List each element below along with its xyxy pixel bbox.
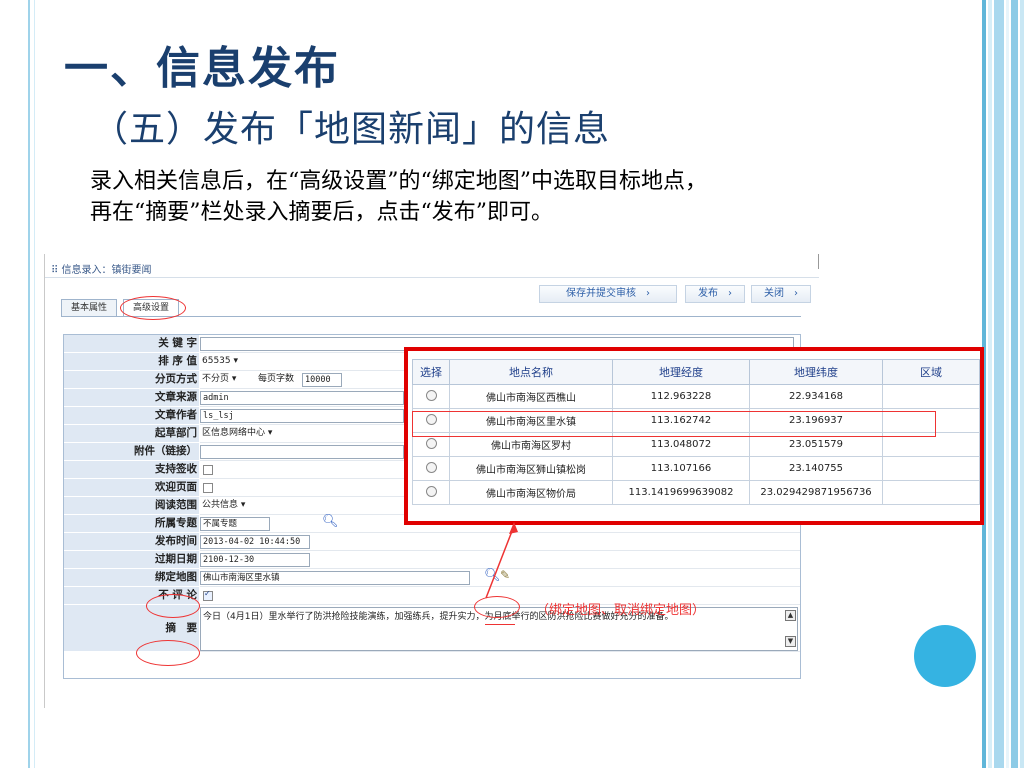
select-radio[interactable] [425, 461, 437, 473]
bind-map-search-icon[interactable]: 🔍︎ [484, 568, 501, 583]
breadcrumb: ⠿ 信息录入：镇街要闻 [51, 265, 152, 276]
source-input[interactable]: admin [200, 391, 404, 405]
col-select: 选择 [412, 359, 450, 385]
dept-select[interactable]: 区信息网络中心 ▾ [200, 427, 302, 439]
col-area: 区域 [882, 359, 980, 385]
nocomment-checkbox[interactable] [203, 589, 213, 601]
left-decor-line-thin [34, 0, 35, 768]
save-submit-button[interactable]: 保存并提交审核 › [539, 285, 677, 303]
tab-basic[interactable]: 基本属性 [61, 299, 117, 317]
table-row[interactable]: 佛山市南海区西樵山 112.963228 22.934168 [412, 384, 980, 409]
select-radio[interactable] [425, 437, 437, 449]
row-expire: 过期日期 2100-12-30 [64, 551, 800, 569]
chars-per-page-input[interactable]: 10000 [302, 373, 342, 387]
col-longitude: 地理经度 [612, 359, 750, 385]
author-input[interactable]: ls_lsj [200, 409, 404, 423]
instruction-text: 录入相关信息后，在“高级设置”的“绑定地图”中选取目标地点， 再在“摘要”栏处录… [90, 166, 950, 228]
instruction-line-1: 录入相关信息后，在“高级设置”的“绑定地图”中选取目标地点， [90, 169, 707, 194]
slide-subtitle: （五）发布「地图新闻」的信息 [92, 109, 611, 150]
topic-input[interactable]: 不属专题 [200, 517, 270, 531]
select-radio[interactable] [425, 389, 437, 401]
row-map: 绑定地图 佛山市南海区里水镇 🔍︎ ✎ [64, 568, 800, 587]
col-latitude: 地理纬度 [749, 359, 883, 385]
scope-select[interactable]: 公共信息 ▾ [200, 499, 262, 511]
paging-select[interactable]: 不分页 ▾ [200, 373, 254, 385]
scroll-down-icon[interactable]: ▼ [785, 636, 796, 647]
map-label-highlight [146, 594, 200, 618]
table-row[interactable]: 佛山市南海区狮山镇松岗 113.107166 23.140755 [412, 456, 980, 481]
expire-input[interactable]: 2100-12-30 [200, 553, 310, 567]
scroll-up-icon[interactable]: ▲ [785, 610, 796, 621]
select-radio[interactable] [425, 485, 437, 497]
advanced-tab-highlight [120, 296, 186, 320]
col-place-name: 地点名称 [449, 359, 613, 385]
instruction-line-2: 再在“摘要”栏处录入摘要后，点击“发布”即可。 [90, 200, 553, 225]
pubtime-input[interactable]: 2013-04-02 10:44:50 [200, 535, 310, 549]
topic-search-icon[interactable]: 🔍︎ [322, 514, 339, 529]
right-decor-stripes [982, 0, 1024, 768]
unbind-map-icon[interactable]: ✎ [500, 568, 510, 582]
close-button[interactable]: 关闭 › [751, 285, 811, 303]
map-icons-highlight [474, 596, 520, 618]
map-input[interactable]: 佛山市南海区里水镇 [200, 571, 470, 585]
row-pubtime: 发布时间 2013-04-02 10:44:50 [64, 533, 800, 551]
decor-circle [914, 625, 976, 687]
chars-per-page-label: 每页字数 [258, 374, 295, 384]
breadcrumb-divider [45, 277, 819, 278]
annotation-underline [485, 624, 515, 625]
welcome-checkbox[interactable] [203, 483, 213, 493]
slide-title: 一、信息发布 [64, 43, 340, 94]
attachment-input[interactable] [200, 445, 404, 459]
selected-row-highlight [412, 411, 936, 437]
summary-label-highlight [136, 640, 200, 666]
left-decor-line [28, 0, 30, 768]
sign-checkbox[interactable] [203, 465, 213, 475]
sort-select[interactable]: 65535 ▾ [200, 355, 248, 367]
publish-button[interactable]: 发布 › [685, 285, 745, 303]
window-edge [818, 254, 819, 269]
table-row[interactable]: 佛山市南海区物价局 113.1419699639082 23.029429871… [412, 480, 980, 505]
map-icons-annotation: （绑定地图、取消绑定地图） [536, 603, 706, 618]
